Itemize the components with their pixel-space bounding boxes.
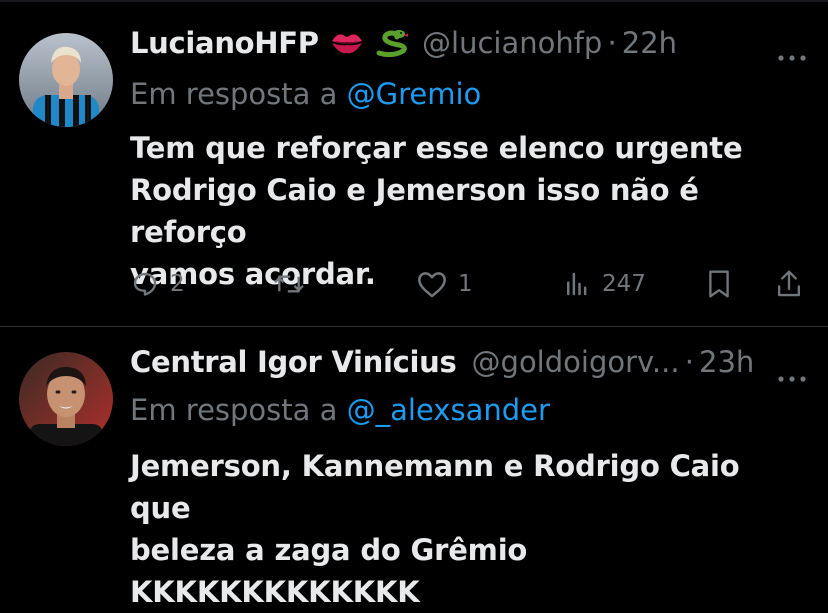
view-count: 247 bbox=[602, 271, 646, 297]
reply-context: Em resposta a @Gremio bbox=[130, 77, 481, 111]
tweet-header: LucianoHFP @lucianohfp · 22h bbox=[130, 26, 808, 66]
snake-icon bbox=[375, 27, 409, 61]
bookmark-button[interactable] bbox=[704, 264, 734, 304]
reply-prefix: Em resposta a bbox=[130, 393, 347, 427]
reply-mention-link[interactable]: @_alexsander bbox=[347, 393, 550, 427]
kiss-mark-icon bbox=[330, 29, 364, 61]
timestamp[interactable]: 23h bbox=[699, 345, 754, 379]
reply-prefix: Em resposta a bbox=[130, 77, 347, 111]
views-button[interactable]: 247 bbox=[562, 264, 646, 304]
avatar[interactable] bbox=[19, 352, 113, 446]
views-chart-icon bbox=[562, 269, 592, 299]
reply-count: 2 bbox=[170, 271, 185, 297]
avatar[interactable] bbox=[19, 33, 113, 127]
tweet-card[interactable]: Central Igor Vinícius @goldoigorv... · 2… bbox=[0, 327, 828, 609]
timestamp[interactable]: 22h bbox=[622, 26, 677, 60]
retweet-icon bbox=[272, 269, 306, 299]
share-icon bbox=[774, 268, 804, 300]
handle[interactable]: @goldoigorv... bbox=[472, 345, 680, 379]
more-options-icon[interactable] bbox=[778, 367, 806, 386]
separator-dot: · bbox=[607, 26, 617, 60]
reply-context: Em resposta a @_alexsander bbox=[130, 393, 550, 427]
tweet-card[interactable]: LucianoHFP @lucianohfp · 22h Em resposta… bbox=[0, 0, 828, 327]
like-count: 1 bbox=[458, 271, 473, 297]
reply-button[interactable]: 2 bbox=[130, 264, 185, 304]
reply-mention-link[interactable]: @Gremio bbox=[347, 77, 482, 111]
heart-icon bbox=[416, 269, 448, 299]
retweet-button[interactable] bbox=[272, 264, 306, 304]
tweet-actions: 2 1 247 bbox=[130, 264, 810, 304]
separator-dot: · bbox=[684, 345, 694, 379]
like-button[interactable]: 1 bbox=[416, 264, 473, 304]
reply-icon bbox=[130, 269, 160, 299]
display-name[interactable]: Central Igor Vinícius bbox=[130, 345, 457, 379]
handle[interactable]: @lucianohfp bbox=[422, 26, 602, 60]
bookmark-icon bbox=[704, 268, 734, 300]
tweet-text: Jemerson, Kannemann e Rodrigo Caio que b… bbox=[130, 449, 740, 609]
share-button[interactable] bbox=[774, 264, 804, 304]
display-name[interactable]: LucianoHFP bbox=[130, 26, 319, 60]
tweet-header: Central Igor Vinícius @goldoigorv... · 2… bbox=[130, 345, 808, 385]
more-options-icon[interactable] bbox=[778, 46, 806, 65]
